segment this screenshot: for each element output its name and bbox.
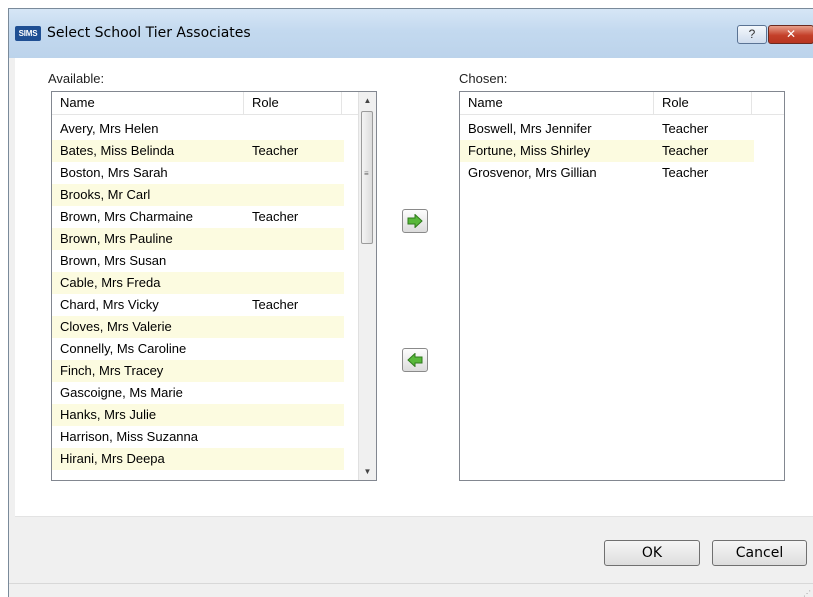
- person-name: Cable, Mrs Freda: [60, 275, 161, 290]
- person-name: Finch, Mrs Tracey: [60, 363, 164, 378]
- available-list[interactable]: Name Role Avery, Mrs Helen Bates, Miss Be…: [51, 91, 377, 481]
- list-item[interactable]: Hirani, Mrs Deepa: [52, 448, 344, 470]
- person-name: Brown, Mrs Charmaine: [60, 209, 193, 224]
- chosen-list-header: Name Role: [460, 92, 784, 115]
- person-name: Gascoigne, Ms Marie: [60, 385, 183, 400]
- list-item[interactable]: Boswell, Mrs Jennifer Teacher: [460, 118, 754, 140]
- chosen-label: Chosen:: [459, 71, 508, 86]
- title-bar: SIMS Select School Tier Associates ? ✕: [9, 9, 813, 58]
- list-item[interactable]: Bates, Miss Belinda Teacher: [52, 140, 344, 162]
- chosen-list[interactable]: Name Role Boswell, Mrs Jennifer Teacher Fo…: [459, 91, 785, 481]
- person-name: Brooks, Mr Carl: [60, 187, 151, 202]
- sims-app-icon: SIMS: [15, 26, 41, 41]
- list-item[interactable]: Brown, Mrs Susan: [52, 250, 344, 272]
- scroll-thumb[interactable]: ≡: [361, 111, 373, 244]
- list-item[interactable]: Avery, Mrs Helen: [52, 118, 344, 140]
- person-name: Hirani, Mrs Deepa: [60, 451, 165, 466]
- add-to-chosen-button[interactable]: [402, 209, 428, 233]
- list-item[interactable]: Gascoigne, Ms Marie: [52, 382, 344, 404]
- resize-grip-icon[interactable]: ⋰: [803, 590, 811, 597]
- column-header-role[interactable]: Role: [654, 92, 752, 114]
- person-name: Chard, Mrs Vicky: [60, 297, 159, 312]
- list-item[interactable]: Finch, Mrs Tracey: [52, 360, 344, 382]
- person-name: Connelly, Ms Caroline: [60, 341, 187, 356]
- dialog-title: Select School Tier Associates: [47, 25, 251, 41]
- list-item[interactable]: Hanks, Mrs Julie: [52, 404, 344, 426]
- chosen-rows: Boswell, Mrs Jennifer Teacher Fortune, Mis…: [460, 118, 754, 184]
- scroll-up-icon[interactable]: ▲: [359, 92, 376, 109]
- person-role: Teacher: [662, 143, 709, 158]
- person-role: Teacher: [252, 297, 299, 312]
- help-button[interactable]: ?: [737, 25, 767, 44]
- list-item[interactable]: Brown, Mrs Pauline: [52, 228, 344, 250]
- person-name: Bates, Miss Belinda: [60, 143, 175, 158]
- person-name: Boswell, Mrs Jennifer: [468, 121, 592, 136]
- available-label: Available:: [48, 71, 105, 86]
- person-name: Cloves, Mrs Valerie: [60, 319, 172, 334]
- arrow-right-icon: [407, 214, 423, 228]
- person-name: Grosvenor, Mrs Gillian: [468, 165, 597, 180]
- person-name: Harrison, Miss Suzanna: [60, 429, 198, 444]
- column-header-name[interactable]: Name: [52, 92, 244, 114]
- scroll-down-icon[interactable]: ▼: [359, 463, 376, 480]
- available-scrollbar[interactable]: ▲ ≡ ▼: [358, 92, 376, 480]
- person-name: Fortune, Miss Shirley: [468, 143, 591, 158]
- list-item[interactable]: Fortune, Miss Shirley Teacher: [460, 140, 754, 162]
- column-header-name[interactable]: Name: [460, 92, 654, 114]
- person-name: Brown, Mrs Pauline: [60, 231, 173, 246]
- list-item[interactable]: Brown, Mrs Charmaine Teacher: [52, 206, 344, 228]
- person-role: Teacher: [252, 143, 299, 158]
- list-item[interactable]: Cable, Mrs Freda: [52, 272, 344, 294]
- list-item[interactable]: Connelly, Ms Caroline: [52, 338, 344, 360]
- person-role: Teacher: [662, 121, 709, 136]
- dialog-content: Available: Name Role Avery, Mrs Helen Bat…: [15, 58, 813, 597]
- list-item[interactable]: Cloves, Mrs Valerie: [52, 316, 344, 338]
- list-item[interactable]: Chard, Mrs Vicky Teacher: [52, 294, 344, 316]
- grip-icon: ≡: [364, 169, 369, 178]
- person-role: Teacher: [662, 165, 709, 180]
- person-name: Avery, Mrs Helen: [60, 121, 159, 136]
- remove-from-chosen-button[interactable]: [402, 348, 428, 372]
- list-item[interactable]: Harrison, Miss Suzanna: [52, 426, 344, 448]
- cancel-button[interactable]: Cancel: [712, 540, 807, 566]
- list-item[interactable]: Brooks, Mr Carl: [52, 184, 344, 206]
- status-bar: ⋰: [9, 583, 813, 597]
- list-item[interactable]: Grosvenor, Mrs Gillian Teacher: [460, 162, 754, 184]
- person-name: Brown, Mrs Susan: [60, 253, 167, 268]
- available-list-header: Name Role: [52, 92, 360, 115]
- dialog-window: SIMS Select School Tier Associates ? ✕ A…: [8, 8, 813, 597]
- person-name: Boston, Mrs Sarah: [60, 165, 168, 180]
- arrow-left-icon: [407, 353, 423, 367]
- available-rows: Avery, Mrs Helen Bates, Miss Belinda Teach…: [52, 118, 344, 470]
- column-header-role[interactable]: Role: [244, 92, 342, 114]
- list-item[interactable]: Boston, Mrs Sarah: [52, 162, 344, 184]
- person-role: Teacher: [252, 209, 299, 224]
- close-button[interactable]: ✕: [768, 25, 813, 44]
- ok-button[interactable]: OK: [604, 540, 700, 566]
- person-name: Hanks, Mrs Julie: [60, 407, 157, 422]
